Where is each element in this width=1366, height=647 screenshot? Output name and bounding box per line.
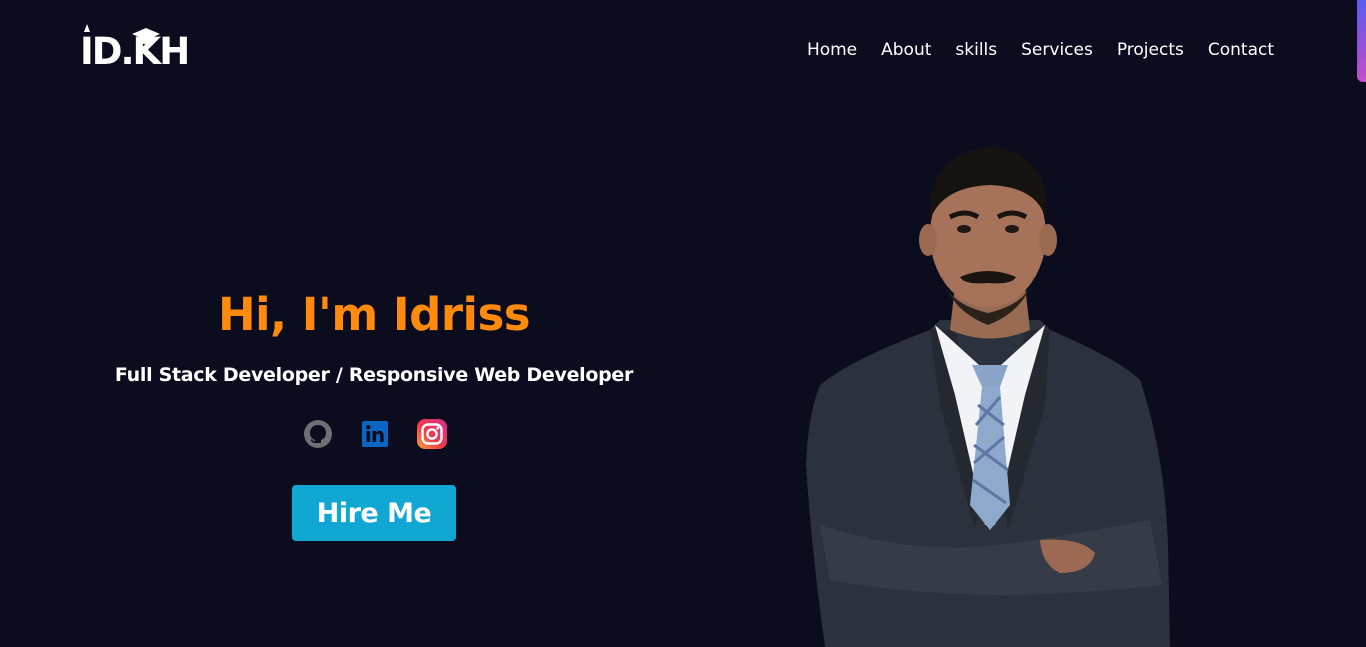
nav-contact[interactable]: Contact [1208,38,1274,62]
nav-services[interactable]: Services [1021,38,1093,62]
site-logo[interactable]: ID.KH [80,22,195,74]
hero-subtitle: Full Stack Developer / Responsive Web De… [114,364,634,386]
profile-photo [806,147,1170,647]
nav-skills[interactable]: skills [955,38,997,62]
page: ID.KH Home About skills Services Project… [0,0,1366,647]
nav-home[interactable]: Home [807,38,857,62]
graduation-cap-icon [84,24,160,44]
main-nav: Home About skills Services Projects Cont… [807,38,1274,62]
social-links [302,418,448,450]
scrollbar-thumb[interactable] [1357,0,1366,82]
github-icon[interactable] [302,418,334,450]
hire-me-button[interactable]: Hire Me [292,485,456,541]
nav-projects[interactable]: Projects [1117,38,1184,62]
instagram-icon[interactable] [416,418,448,450]
hero-title: Hi, I'm Idriss [217,288,531,341]
nav-about[interactable]: About [881,38,931,62]
linkedin-icon[interactable] [359,418,391,450]
